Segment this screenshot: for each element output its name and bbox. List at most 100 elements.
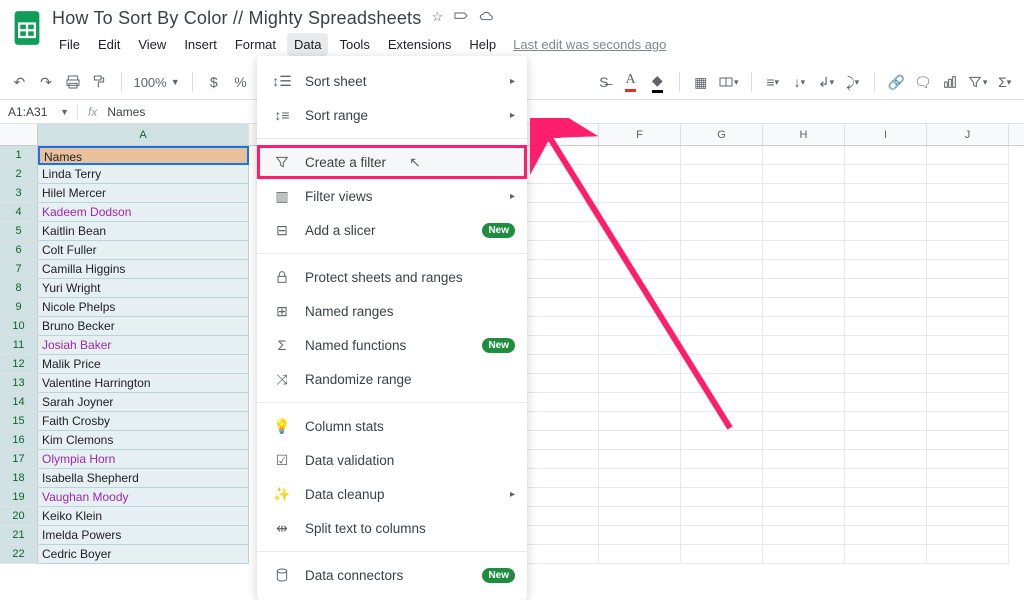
row-number[interactable]: 10	[0, 317, 38, 336]
valign-button[interactable]: ↓▾	[790, 71, 809, 93]
cell[interactable]	[845, 241, 927, 260]
cell[interactable]	[927, 317, 1009, 336]
cell[interactable]	[845, 165, 927, 184]
cell[interactable]	[763, 431, 845, 450]
menu-view[interactable]: View	[131, 33, 173, 56]
cell[interactable]	[845, 507, 927, 526]
filter-button[interactable]: ▾	[967, 71, 988, 93]
cell[interactable]: Malik Price	[38, 355, 249, 374]
cell[interactable]	[681, 146, 763, 165]
link-button[interactable]: 🔗	[887, 71, 906, 93]
cell[interactable]	[681, 469, 763, 488]
menu-file[interactable]: File	[52, 33, 87, 56]
menu-sort-sheet[interactable]: ↕☰Sort sheet▸	[257, 64, 527, 98]
last-edit-link[interactable]: Last edit was seconds ago	[513, 37, 666, 52]
fill-color-button[interactable]: ◆	[648, 71, 667, 93]
row-number[interactable]: 15	[0, 412, 38, 431]
cell[interactable]: Isabella Shepherd	[38, 469, 249, 488]
cell[interactable]	[927, 146, 1009, 165]
percent-button[interactable]: %	[231, 71, 250, 93]
cell[interactable]	[763, 203, 845, 222]
col-header-f[interactable]: F	[599, 124, 681, 145]
cell[interactable]: Keiko Klein	[38, 507, 249, 526]
menu-data-validation[interactable]: ☑Data validation	[257, 443, 527, 477]
cell[interactable]	[845, 184, 927, 203]
cell[interactable]	[517, 393, 599, 412]
cell[interactable]	[681, 165, 763, 184]
row-number[interactable]: 3	[0, 184, 38, 203]
row-number[interactable]: 13	[0, 374, 38, 393]
cell[interactable]	[845, 336, 927, 355]
menu-protect-sheets[interactable]: Protect sheets and ranges	[257, 260, 527, 294]
cell[interactable]	[845, 469, 927, 488]
cell[interactable]	[517, 222, 599, 241]
cell[interactable]	[927, 545, 1009, 564]
sheets-logo[interactable]	[10, 6, 44, 50]
cell[interactable]	[517, 450, 599, 469]
cell[interactable]	[517, 488, 599, 507]
cell[interactable]	[681, 222, 763, 241]
row-number[interactable]: 4	[0, 203, 38, 222]
cell[interactable]	[517, 507, 599, 526]
cell[interactable]	[763, 222, 845, 241]
cell[interactable]	[681, 184, 763, 203]
cell[interactable]	[599, 279, 681, 298]
cell[interactable]	[599, 450, 681, 469]
menu-named-functions[interactable]: ΣNamed functionsNew	[257, 328, 527, 362]
cell[interactable]	[599, 507, 681, 526]
cell[interactable]	[845, 355, 927, 374]
cell[interactable]	[927, 412, 1009, 431]
cell[interactable]	[599, 165, 681, 184]
cell[interactable]	[927, 355, 1009, 374]
cell[interactable]	[517, 431, 599, 450]
cell[interactable]	[517, 526, 599, 545]
cell[interactable]	[681, 412, 763, 431]
cell[interactable]	[599, 545, 681, 564]
cell[interactable]	[599, 374, 681, 393]
cell[interactable]	[599, 260, 681, 279]
menu-sort-range[interactable]: ↕≡Sort range▸	[257, 98, 527, 132]
cell[interactable]	[763, 374, 845, 393]
cell[interactable]	[517, 469, 599, 488]
functions-button[interactable]: Σ▾	[995, 71, 1014, 93]
cell[interactable]	[599, 184, 681, 203]
cell[interactable]	[763, 507, 845, 526]
cell[interactable]	[763, 279, 845, 298]
cell[interactable]: Kaitlin Bean	[38, 222, 249, 241]
undo-button[interactable]: ↶	[10, 71, 29, 93]
cell[interactable]	[681, 545, 763, 564]
menu-help[interactable]: Help	[462, 33, 503, 56]
cell[interactable]: Names	[38, 146, 249, 165]
cell[interactable]	[845, 374, 927, 393]
cell[interactable]: Colt Fuller	[38, 241, 249, 260]
cell[interactable]	[845, 450, 927, 469]
col-header-a[interactable]: A	[38, 124, 249, 145]
cell[interactable]	[599, 469, 681, 488]
cell[interactable]	[681, 260, 763, 279]
cell[interactable]	[927, 507, 1009, 526]
menu-column-stats[interactable]: 💡Column stats	[257, 409, 527, 443]
redo-button[interactable]: ↷	[37, 71, 56, 93]
row-number[interactable]: 14	[0, 393, 38, 412]
cell[interactable]	[599, 526, 681, 545]
menu-filter-views[interactable]: ▥Filter views▸	[257, 179, 527, 213]
cell[interactable]	[517, 146, 599, 165]
formula-input[interactable]: Names	[107, 105, 145, 119]
cell[interactable]	[517, 298, 599, 317]
cell[interactable]	[517, 545, 599, 564]
menu-tools[interactable]: Tools	[332, 33, 376, 56]
cell[interactable]	[517, 260, 599, 279]
select-all-corner[interactable]	[0, 124, 38, 145]
cell[interactable]	[599, 488, 681, 507]
cell[interactable]	[763, 336, 845, 355]
col-header-e[interactable]: E	[517, 124, 599, 145]
cell[interactable]	[845, 412, 927, 431]
row-number[interactable]: 6	[0, 241, 38, 260]
row-number[interactable]: 8	[0, 279, 38, 298]
cell[interactable]	[927, 450, 1009, 469]
cell[interactable]	[845, 222, 927, 241]
menu-named-ranges[interactable]: ⊞Named ranges	[257, 294, 527, 328]
menu-add-slicer[interactable]: ⊟Add a slicerNew	[257, 213, 527, 247]
cell[interactable]	[927, 165, 1009, 184]
cell[interactable]	[845, 298, 927, 317]
